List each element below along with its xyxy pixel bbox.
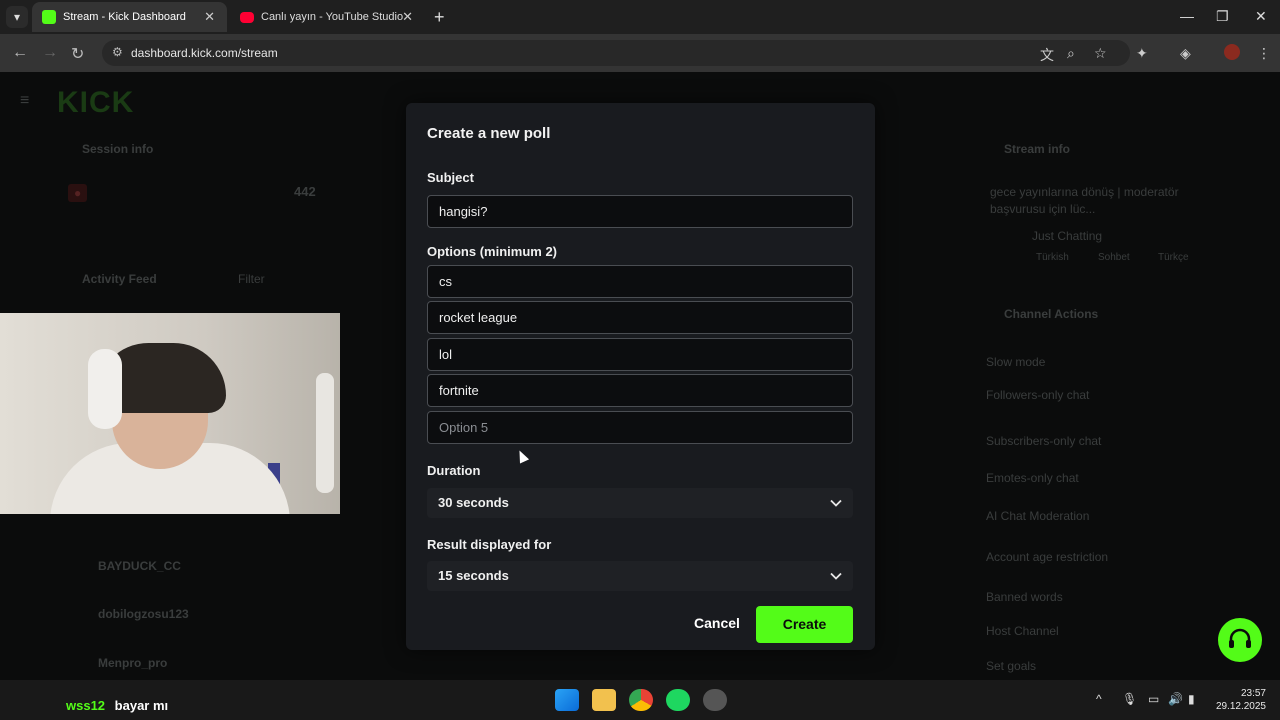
clock-date: 29.12.2025 bbox=[1215, 701, 1266, 712]
cancel-button[interactable]: Cancel bbox=[694, 615, 740, 631]
zoom-icon[interactable]: ⌕ bbox=[1067, 45, 1075, 62]
forward-icon[interactable]: → bbox=[42, 44, 58, 62]
tab-youtube-studio[interactable]: Canlı yayın - YouTube Studio ✕ bbox=[230, 2, 425, 32]
chat-overlay: wss12 bayar mı bbox=[66, 698, 168, 713]
action-account-age[interactable]: Account age restriction bbox=[986, 550, 1108, 564]
close-tab-icon[interactable]: ✕ bbox=[402, 9, 413, 25]
offline-badge: ● bbox=[68, 184, 88, 202]
subject-input[interactable]: hangisi? bbox=[427, 195, 853, 228]
back-icon[interactable]: ← bbox=[12, 44, 28, 62]
site-info-icon[interactable]: ⚙ bbox=[112, 45, 123, 59]
clock-time: 23:57 bbox=[1240, 688, 1266, 699]
tab-search-button[interactable]: ▾ bbox=[6, 6, 28, 28]
system-clock[interactable]: 23:57 29.12.2025 bbox=[1214, 687, 1266, 713]
option-input-2[interactable]: rocket league bbox=[427, 301, 853, 334]
option-input-3[interactable]: lol bbox=[427, 338, 853, 371]
headset-icon bbox=[1229, 628, 1251, 648]
chevron-down-icon bbox=[830, 499, 842, 507]
new-tab-button[interactable]: + bbox=[434, 7, 445, 28]
action-banned-words[interactable]: Banned words bbox=[986, 590, 1063, 604]
extensions-icon[interactable]: ✦ bbox=[1136, 45, 1148, 62]
headphones bbox=[88, 349, 122, 429]
followers-count: 442 bbox=[294, 184, 316, 199]
media-icon[interactable]: ◈ bbox=[1180, 45, 1191, 62]
chat-message: bayar mı bbox=[114, 698, 169, 713]
bookmark-star-icon[interactable]: ☆ bbox=[1094, 45, 1107, 62]
youtube-favicon bbox=[240, 11, 254, 23]
kick-logo: KICK bbox=[57, 86, 135, 119]
tray-chevron-icon[interactable]: ^ bbox=[1096, 692, 1102, 706]
support-button[interactable] bbox=[1218, 618, 1262, 662]
result-displayed-select[interactable]: 15 seconds bbox=[427, 561, 853, 591]
address-bar[interactable]: ⚙ dashboard.kick.com/stream bbox=[102, 40, 1130, 66]
action-host-channel[interactable]: Host Channel bbox=[986, 624, 1059, 638]
create-button[interactable]: Create bbox=[756, 606, 853, 643]
action-slow-mode[interactable]: Slow mode bbox=[986, 355, 1045, 369]
battery-icon[interactable]: ▮ bbox=[1188, 692, 1195, 706]
tag: Sohbet bbox=[1098, 252, 1130, 263]
hamburger-icon[interactable]: ≡ bbox=[20, 92, 29, 110]
translate-icon[interactable]: 文 bbox=[1040, 45, 1054, 65]
feed-user: dobilogzosu123 bbox=[98, 607, 189, 621]
filter-button[interactable]: Filter bbox=[238, 272, 265, 286]
microphone-icon[interactable]: 🎙 bbox=[1122, 692, 1137, 706]
menu-icon[interactable]: ⋮ bbox=[1257, 45, 1271, 62]
close-tab-icon[interactable]: ✕ bbox=[204, 9, 215, 25]
volume-icon[interactable]: 🔊 bbox=[1168, 692, 1183, 706]
action-ai-moderation[interactable]: AI Chat Moderation bbox=[986, 509, 1089, 523]
result-displayed-label: Result displayed for bbox=[427, 537, 552, 552]
minimize-button[interactable]: — bbox=[1180, 8, 1194, 24]
chat-username: wss12 bbox=[66, 698, 106, 713]
browser-tab-bar: ▾ Stream - Kick Dashboard ✕ Canlı yayın … bbox=[0, 0, 1280, 34]
stream-category: Just Chatting bbox=[1032, 229, 1103, 243]
tag: Türkçe bbox=[1158, 252, 1189, 263]
create-poll-modal: Create a new poll Subject hangisi? Optio… bbox=[406, 103, 875, 650]
action-set-goals[interactable]: Set goals bbox=[986, 659, 1036, 673]
duration-select[interactable]: 30 seconds bbox=[427, 488, 853, 518]
modal-title: Create a new poll bbox=[427, 125, 551, 142]
subject-label: Subject bbox=[427, 170, 474, 185]
duration-label: Duration bbox=[427, 463, 481, 478]
feed-user: Menpro_pro bbox=[98, 656, 168, 670]
network-icon[interactable]: ▭ bbox=[1148, 692, 1159, 706]
url-text: dashboard.kick.com/stream bbox=[131, 46, 278, 60]
restore-button[interactable]: ❐ bbox=[1216, 8, 1229, 25]
feed-user: BAYDUCK_CC bbox=[98, 559, 181, 573]
duration-value: 30 seconds bbox=[438, 495, 509, 510]
option-input-1[interactable]: cs bbox=[427, 265, 853, 298]
stream-title: gece yayınlarına dönüş | moderatör başvu… bbox=[990, 185, 1179, 216]
tag: Türkish bbox=[1036, 252, 1069, 263]
stream-info-heading: Stream info bbox=[1004, 142, 1071, 156]
action-followers-only[interactable]: Followers-only chat bbox=[986, 388, 1089, 402]
file-explorer-icon[interactable] bbox=[592, 689, 616, 711]
spotify-icon[interactable] bbox=[666, 689, 690, 711]
guitar-image bbox=[316, 373, 334, 493]
option-input-5[interactable]: Option 5 bbox=[427, 411, 853, 444]
result-displayed-value: 15 seconds bbox=[438, 568, 509, 583]
kick-favicon bbox=[42, 10, 56, 24]
webcam-overlay bbox=[0, 313, 340, 514]
close-window-button[interactable]: ✕ bbox=[1255, 8, 1267, 25]
action-emotes-only[interactable]: Emotes-only chat bbox=[986, 471, 1079, 485]
activity-feed-heading: Activity Feed bbox=[82, 272, 157, 286]
tab-title: Canlı yayın - YouTube Studio bbox=[261, 11, 404, 23]
channel-actions-heading: Channel Actions bbox=[1004, 307, 1099, 321]
chevron-down-icon bbox=[830, 572, 842, 580]
start-menu-icon[interactable] bbox=[555, 689, 579, 711]
profile-avatar[interactable] bbox=[1224, 44, 1240, 60]
settings-icon[interactable] bbox=[703, 689, 727, 711]
reload-icon[interactable]: ↻ bbox=[71, 44, 84, 64]
chrome-icon[interactable] bbox=[629, 689, 653, 711]
option-input-4[interactable]: fortnite bbox=[427, 374, 853, 407]
tab-title: Stream - Kick Dashboard bbox=[63, 11, 186, 23]
action-subscribers-only[interactable]: Subscribers-only chat bbox=[986, 434, 1101, 448]
options-label: Options (minimum 2) bbox=[427, 244, 557, 259]
tab-kick-dashboard[interactable]: Stream - Kick Dashboard ✕ bbox=[32, 2, 227, 32]
session-info-heading: Session info bbox=[82, 142, 154, 156]
